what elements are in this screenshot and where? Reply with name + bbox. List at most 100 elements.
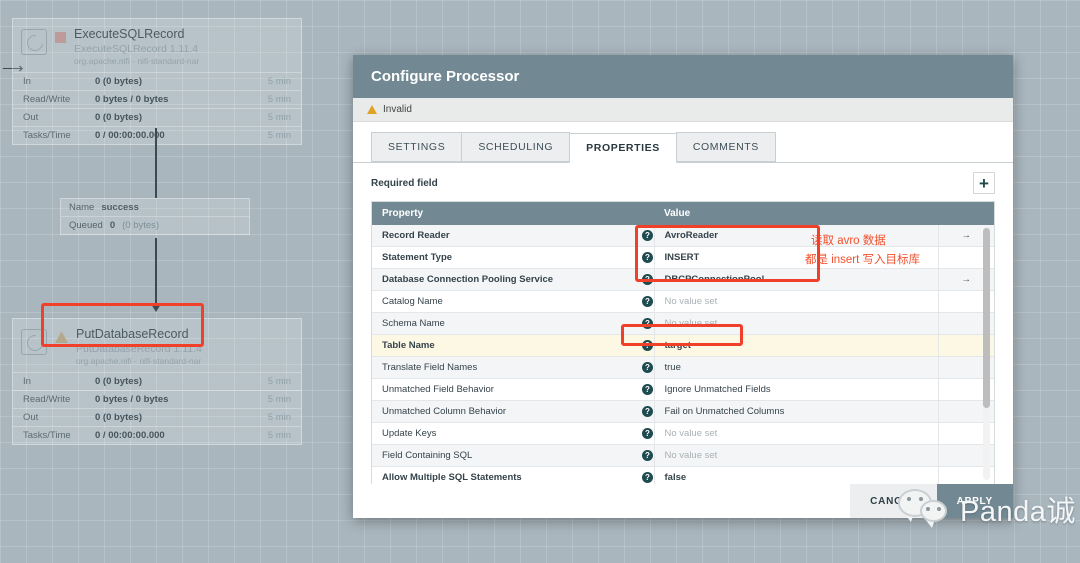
warning-triangle-icon: [55, 332, 68, 343]
stat-row: Read/Write 0 bytes / 0 bytes 5 min: [13, 390, 301, 408]
column-header-help: [632, 202, 654, 225]
help-icon[interactable]: ?: [632, 334, 654, 357]
table-row[interactable]: Unmatched Field Behavior? Ignore Unmatche…: [372, 378, 994, 401]
help-icon[interactable]: ?: [632, 378, 654, 401]
processor-version: ExecuteSQLRecord 1.11.4: [74, 42, 199, 55]
property-value[interactable]: AvroReader: [653, 225, 938, 247]
help-icon[interactable]: ?: [632, 466, 654, 484]
apply-button[interactable]: APPLY: [936, 484, 1013, 518]
table-row[interactable]: Field Containing SQL? No value set: [372, 444, 994, 467]
help-icon[interactable]: ?: [632, 225, 654, 247]
property-name: Table Name: [372, 334, 632, 357]
stat-time: 5 min: [267, 412, 291, 424]
property-name: Statement Type: [372, 246, 632, 269]
property-name: Schema Name: [372, 312, 632, 335]
table-row[interactable]: Catalog Name? No value set: [372, 290, 994, 313]
table-row[interactable]: Table Name? target: [372, 334, 994, 357]
table-row[interactable]: Database Connection Pooling Service? DBCP…: [372, 268, 994, 291]
property-value[interactable]: Fail on Unmatched Columns: [653, 400, 938, 423]
table-row[interactable]: Schema Name? No value set: [372, 312, 994, 335]
column-header-property: Property: [372, 202, 632, 225]
property-value[interactable]: No value set: [653, 290, 938, 313]
stat-time: 5 min: [267, 430, 291, 442]
table-row[interactable]: Translate Field Names? true: [372, 356, 994, 379]
help-icon[interactable]: ?: [632, 290, 654, 313]
property-value[interactable]: No value set: [653, 312, 938, 335]
property-name: Unmatched Column Behavior: [372, 400, 632, 423]
column-header-value: Value: [654, 202, 938, 225]
processor-header: PutDatabaseRecord PutDatabaseRecord 1.11…: [13, 319, 301, 372]
stat-time: 5 min: [267, 376, 291, 388]
table-row[interactable]: Unmatched Column Behavior? Fail on Unmatc…: [372, 400, 994, 423]
property-value[interactable]: false: [653, 466, 938, 484]
stop-square-icon: [55, 32, 66, 43]
property-value[interactable]: DBCPConnectionPool: [653, 268, 938, 291]
property-value[interactable]: target: [653, 334, 938, 357]
properties-table-head: Property Value: [372, 202, 994, 225]
connection-queued-key: Queued: [69, 220, 103, 231]
processor-icon: [21, 29, 47, 55]
add-property-button[interactable]: +: [973, 172, 995, 194]
connection-name-key: Name: [69, 202, 95, 213]
processor-put-database-record[interactable]: PutDatabaseRecord PutDatabaseRecord 1.11…: [12, 318, 302, 446]
stat-label: In: [23, 376, 31, 388]
property-value[interactable]: Ignore Unmatched Fields: [653, 378, 938, 401]
properties-table-container[interactable]: Property Value Record Reader? AvroReader →…: [371, 201, 995, 484]
configure-processor-dialog[interactable]: Configure Processor Invalid SETTINGS SCH…: [353, 55, 1013, 518]
required-field-bar: Required field +: [353, 163, 1013, 201]
cancel-button[interactable]: CANCEL: [850, 484, 937, 518]
flow-arrow-head-icon: [151, 304, 161, 312]
processor-name: ExecuteSQLRecord: [74, 27, 185, 41]
property-name: Unmatched Field Behavior: [372, 378, 632, 401]
tab-comments[interactable]: COMMENTS: [675, 132, 776, 162]
help-icon[interactable]: ?: [632, 444, 654, 467]
stat-row: In 0 (0 bytes) 5 min: [13, 372, 301, 390]
stat-label: Tasks/Time: [23, 430, 71, 442]
dialog-title: Configure Processor: [353, 55, 1013, 98]
property-value[interactable]: No value set: [653, 444, 938, 467]
stat-time: 5 min: [267, 112, 291, 124]
property-name: Record Reader: [372, 225, 632, 247]
table-header-row: Property Value: [372, 202, 994, 225]
dialog-tabs[interactable]: SETTINGS SCHEDULING PROPERTIES COMMENTS: [353, 122, 1013, 163]
connection-label-success[interactable]: Name success Queued 0 (0 bytes): [60, 198, 250, 235]
connection-name-value: success: [101, 202, 139, 213]
tab-settings[interactable]: SETTINGS: [371, 132, 463, 162]
help-icon[interactable]: ?: [632, 422, 654, 445]
help-icon[interactable]: ?: [632, 246, 654, 269]
stat-row: In 0 (0 bytes) 5 min: [13, 72, 301, 90]
stat-value: 0 bytes / 0 bytes: [95, 94, 169, 106]
properties-scrollbar-thumb[interactable]: [983, 228, 990, 408]
connection-queued-value: 0: [109, 220, 116, 231]
stat-value: 0 (0 bytes): [95, 112, 142, 124]
stat-time: 5 min: [267, 394, 291, 406]
stat-row: Out 0 (0 bytes) 5 min: [13, 408, 301, 426]
tab-properties[interactable]: PROPERTIES: [569, 133, 677, 163]
table-row[interactable]: Update Keys? No value set: [372, 422, 994, 445]
stat-label: In: [23, 76, 31, 88]
required-field-label: Required field: [371, 177, 438, 189]
stat-row: Out 0 (0 bytes) 5 min: [13, 108, 301, 126]
warning-triangle-icon: [367, 105, 377, 114]
column-header-action: [938, 202, 994, 225]
table-row[interactable]: Record Reader? AvroReader →: [372, 225, 994, 247]
stat-row: Read/Write 0 bytes / 0 bytes 5 min: [13, 90, 301, 108]
property-value[interactable]: No value set: [653, 422, 938, 445]
stat-value: 0 (0 bytes): [95, 412, 142, 424]
help-icon[interactable]: ?: [632, 356, 654, 379]
dialog-status-bar: Invalid: [353, 98, 1013, 122]
help-icon[interactable]: ?: [632, 268, 654, 291]
flow-connection-line: [155, 128, 157, 198]
property-name: Update Keys: [372, 422, 632, 445]
help-icon[interactable]: ?: [632, 312, 654, 335]
flow-connection-line: [155, 238, 157, 306]
stat-value: 0 (0 bytes): [95, 376, 142, 388]
processor-execute-sql-record[interactable]: ExecuteSQLRecord ExecuteSQLRecord 1.11.4…: [12, 18, 302, 146]
table-row[interactable]: Allow Multiple SQL Statements? false: [372, 466, 994, 484]
property-value[interactable]: true: [653, 356, 938, 379]
processor-header: ExecuteSQLRecord ExecuteSQLRecord 1.11.4…: [13, 19, 301, 72]
help-icon[interactable]: ?: [632, 400, 654, 423]
tab-scheduling[interactable]: SCHEDULING: [461, 132, 571, 162]
stat-label: Read/Write: [23, 394, 71, 406]
property-name: Field Containing SQL: [372, 444, 632, 467]
